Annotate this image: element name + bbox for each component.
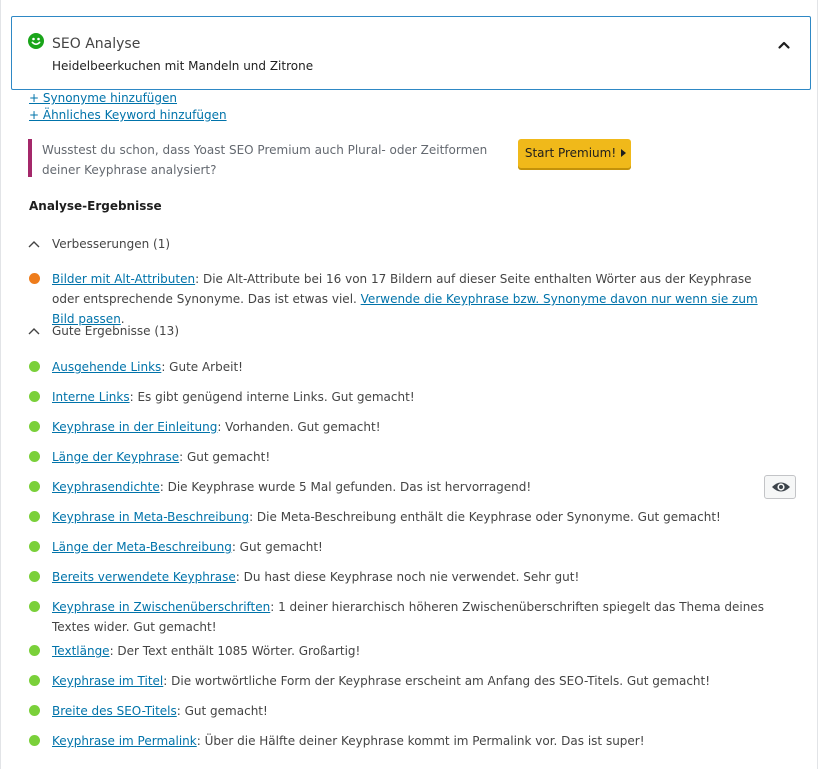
upsell-text: Wusstest du schon, dass Yoast SEO Premiu… — [42, 143, 488, 177]
analysis-results-heading: Analyse-Ergebnisse — [29, 199, 162, 213]
result-item: Keyphrase im Titel: Die wortwörtliche Fo… — [29, 671, 769, 691]
result-item: Ausgehende Links: Gute Arbeit! — [29, 357, 769, 377]
result-text: : Die Meta-Beschreibung enthält die Keyp… — [249, 510, 721, 524]
result-item: Bilder mit Alt-Attributen: Die Alt-Attri… — [29, 269, 769, 329]
result-item: Keyphrase in Zwischenüberschriften: 1 de… — [29, 597, 769, 637]
result-text: : Vorhanden. Gut gemacht! — [217, 420, 381, 434]
improvements-label: Verbesserungen (1) — [52, 237, 171, 251]
result-link[interactable]: Interne Links — [52, 390, 130, 404]
result-item: Textlänge: Der Text enthält 1085 Wörter.… — [29, 641, 769, 661]
result-item: Interne Links: Es gibt genügend interne … — [29, 387, 769, 407]
result-link[interactable]: Keyphrase im Permalink — [52, 734, 197, 748]
caret-right-icon — [621, 149, 627, 157]
result-item: Länge der Keyphrase: Gut gemacht! — [29, 447, 769, 467]
status-bullet-green — [29, 571, 40, 582]
status-bullet-green — [29, 601, 40, 612]
result-link[interactable]: Textlänge — [52, 644, 110, 658]
result-link[interactable]: Breite des SEO-Titels — [52, 704, 177, 718]
chevron-up-icon — [28, 328, 40, 335]
seo-analysis-header[interactable]: SEO Analyse Heidelbeerkuchen mit Mandeln… — [11, 16, 811, 90]
result-link[interactable]: Bereits verwendete Keyphrase — [52, 570, 236, 584]
mark-in-text-button[interactable] — [764, 475, 796, 499]
result-link[interactable]: Keyphrase in Meta-Beschreibung — [52, 510, 249, 524]
status-bullet-green — [29, 675, 40, 686]
result-text: : Es gibt genügend interne Links. Gut ge… — [129, 390, 415, 404]
result-link[interactable]: Ausgehende Links — [52, 360, 161, 374]
result-item: Keyphrase in Meta-Beschreibung: Die Meta… — [29, 507, 769, 527]
eye-icon — [772, 482, 790, 492]
result-text: : Du hast diese Keyphrase noch nie verwe… — [235, 570, 580, 584]
smiley-face-icon — [28, 33, 44, 49]
status-bullet-green — [29, 451, 40, 462]
result-link[interactable]: Keyphrase in Zwischenüberschriften — [52, 600, 270, 614]
result-item: Breite des SEO-Titels: Gut gemacht! — [29, 701, 769, 721]
status-bullet-green — [29, 645, 40, 656]
chevron-up-icon — [28, 241, 40, 248]
result-text: : Der Text enthält 1085 Wörter. Großarti… — [109, 644, 361, 658]
result-link[interactable]: Bilder mit Alt-Attributen — [52, 272, 195, 286]
add-related-keyword-link[interactable]: + Ähnliches Keyword hinzufügen — [29, 108, 227, 122]
status-bullet-green — [29, 541, 40, 552]
result-item: Länge der Meta-Beschreibung: Gut gemacht… — [29, 537, 769, 557]
result-text: : Gute Arbeit! — [161, 360, 243, 374]
status-bullet-orange — [29, 273, 40, 284]
status-bullet-green — [29, 391, 40, 402]
panel-title: SEO Analyse — [52, 36, 141, 52]
chevron-up-icon[interactable] — [776, 37, 792, 53]
status-bullet-green — [29, 421, 40, 432]
result-item: Keyphrasendichte: Die Keyphrase wurde 5 … — [29, 477, 769, 497]
result-link[interactable]: Keyphrase im Titel — [52, 674, 163, 688]
add-synonyms-link[interactable]: + Synonyme hinzufügen — [29, 91, 177, 105]
result-item: Bereits verwendete Keyphrase: Du hast di… — [29, 567, 769, 587]
status-bullet-green — [29, 481, 40, 492]
result-link[interactable]: Länge der Meta-Beschreibung — [52, 540, 232, 554]
start-premium-button[interactable]: Start Premium! — [518, 139, 631, 168]
result-link[interactable]: Keyphrase in der Einleitung — [52, 420, 217, 434]
result-text: : Die wortwörtliche Form der Keyphrase e… — [163, 674, 711, 688]
result-link[interactable]: Keyphrasendichte — [52, 480, 160, 494]
result-link[interactable]: Länge der Keyphrase — [52, 450, 179, 464]
status-bullet-green — [29, 361, 40, 372]
status-bullet-green — [29, 735, 40, 746]
result-text: : Gut gemacht! — [231, 540, 323, 554]
result-text: : Über die Hälfte deiner Keyphrase kommt… — [196, 734, 645, 748]
result-text: : Gut gemacht! — [176, 704, 268, 718]
result-text: : Die Keyphrase wurde 5 Mal gefunden. Da… — [159, 480, 532, 494]
result-text: : Gut gemacht! — [179, 450, 271, 464]
result-item: Keyphrase im Permalink: Über die Hälfte … — [29, 731, 769, 751]
seo-analysis-panel: SEO Analyse Heidelbeerkuchen mit Mandeln… — [0, 0, 818, 769]
status-bullet-green — [29, 705, 40, 716]
result-item: Keyphrase in der Einleitung: Vorhanden. … — [29, 417, 769, 437]
start-premium-label: Start Premium! — [524, 146, 617, 160]
focus-keyphrase: Heidelbeerkuchen mit Mandeln und Zitrone — [52, 59, 314, 73]
status-bullet-green — [29, 511, 40, 522]
premium-upsell-notice: Wusstest du schon, dass Yoast SEO Premiu… — [28, 139, 631, 177]
good-results-label: Gute Ergebnisse (13) — [52, 324, 180, 338]
